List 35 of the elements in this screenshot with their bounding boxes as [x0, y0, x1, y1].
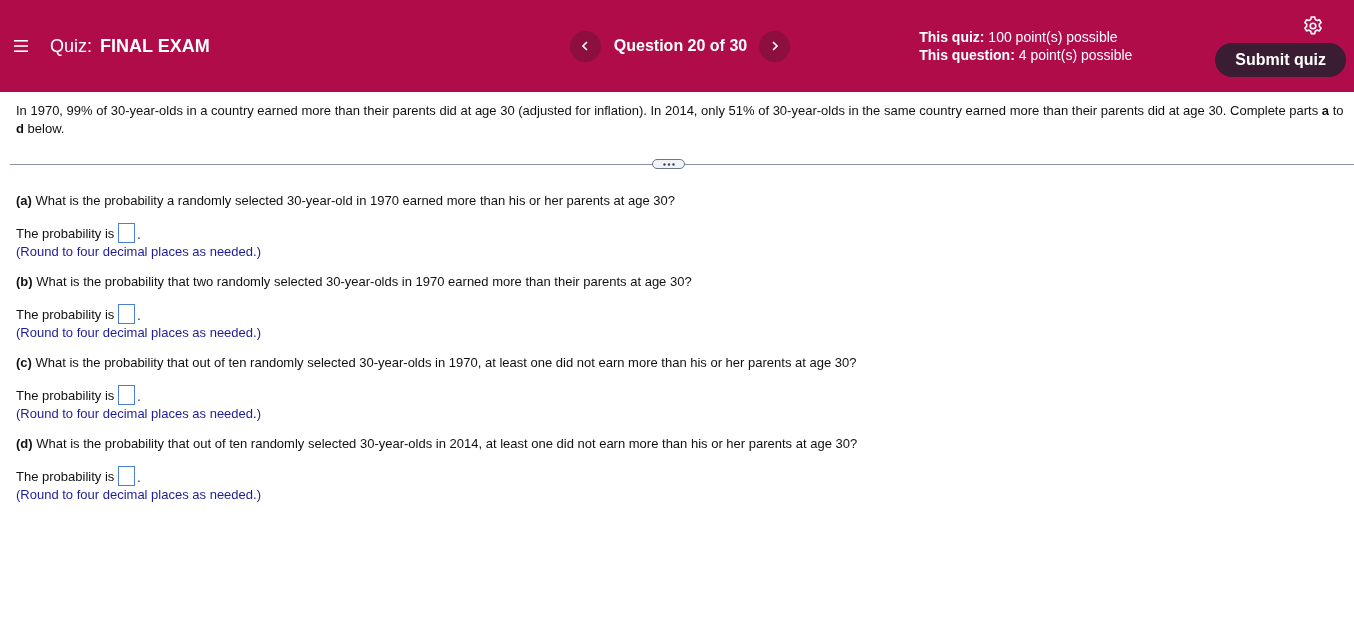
question-text: (a) What is the probability a randomly selected 30-year-old in 1970 earned more than his or her parents at age 30? [16, 192, 677, 210]
points-info: This question: 4 point(s) possible [919, 46, 1133, 64]
expand-button[interactable] [652, 159, 685, 169]
intro-text: In 1970, 99% of 30-year-olds in a country earned more than their parents did at age 30 (adjusted for inflation). In 2014, only 51% of 30-year-olds in the same country earned more than their parents did at age 30. Complete parts a to d below. [16, 102, 1345, 138]
hint-text: (Round to four decimal places as needed.) [16, 486, 262, 504]
previous-question-button[interactable] [569, 30, 601, 62]
answer-period: . [137, 389, 141, 405]
answer-field[interactable] [118, 223, 136, 243]
question-counter: Question 20 of 30 [613, 37, 748, 55]
hint-text: (Round to four decimal places as needed.) [16, 243, 262, 261]
answer-label: The probability is [16, 306, 115, 322]
answer-field[interactable] [118, 466, 136, 486]
quiz-title: FINAL EXAM [100, 35, 210, 57]
next-question-button[interactable] [759, 30, 791, 62]
answer-label: The probability is [16, 468, 115, 484]
submit-quiz-button[interactable]: Submit quiz [1215, 42, 1346, 77]
question-text: (b) What is the probability that two randomly selected 30-year-olds in 1970 earned more than their parents at age 30? [16, 273, 693, 291]
answer-period: . [137, 308, 141, 324]
menu-icon[interactable] [14, 40, 28, 52]
answer-period: . [137, 470, 141, 486]
chevron-left-icon [582, 41, 589, 51]
settings-icon[interactable] [1303, 15, 1323, 36]
hint-text: (Round to four decimal places as needed.) [16, 324, 262, 342]
hint-text: (Round to four decimal places as needed.) [16, 405, 262, 423]
points-info: This quiz: 100 point(s) possible [919, 28, 1119, 46]
question-text: (d) What is the probability that out of ten randomly selected 30-year-olds in 2014, at least one did not earn more than his or her parents at age 30? [16, 435, 859, 453]
answer-label: The probability is [16, 225, 115, 241]
answer-field[interactable] [118, 304, 136, 324]
answer-field[interactable] [118, 385, 136, 405]
answer-period: . [137, 227, 141, 243]
answer-label: The probability is [16, 387, 115, 403]
ellipsis-icon [662, 162, 675, 166]
quiz-label: Quiz: [50, 35, 92, 57]
chevron-right-icon [771, 41, 778, 51]
question-text: (c) What is the probability that out of ten randomly selected 30-year-olds in 1970, at least one did not earn more than his or her parents at age 30? [16, 354, 858, 372]
